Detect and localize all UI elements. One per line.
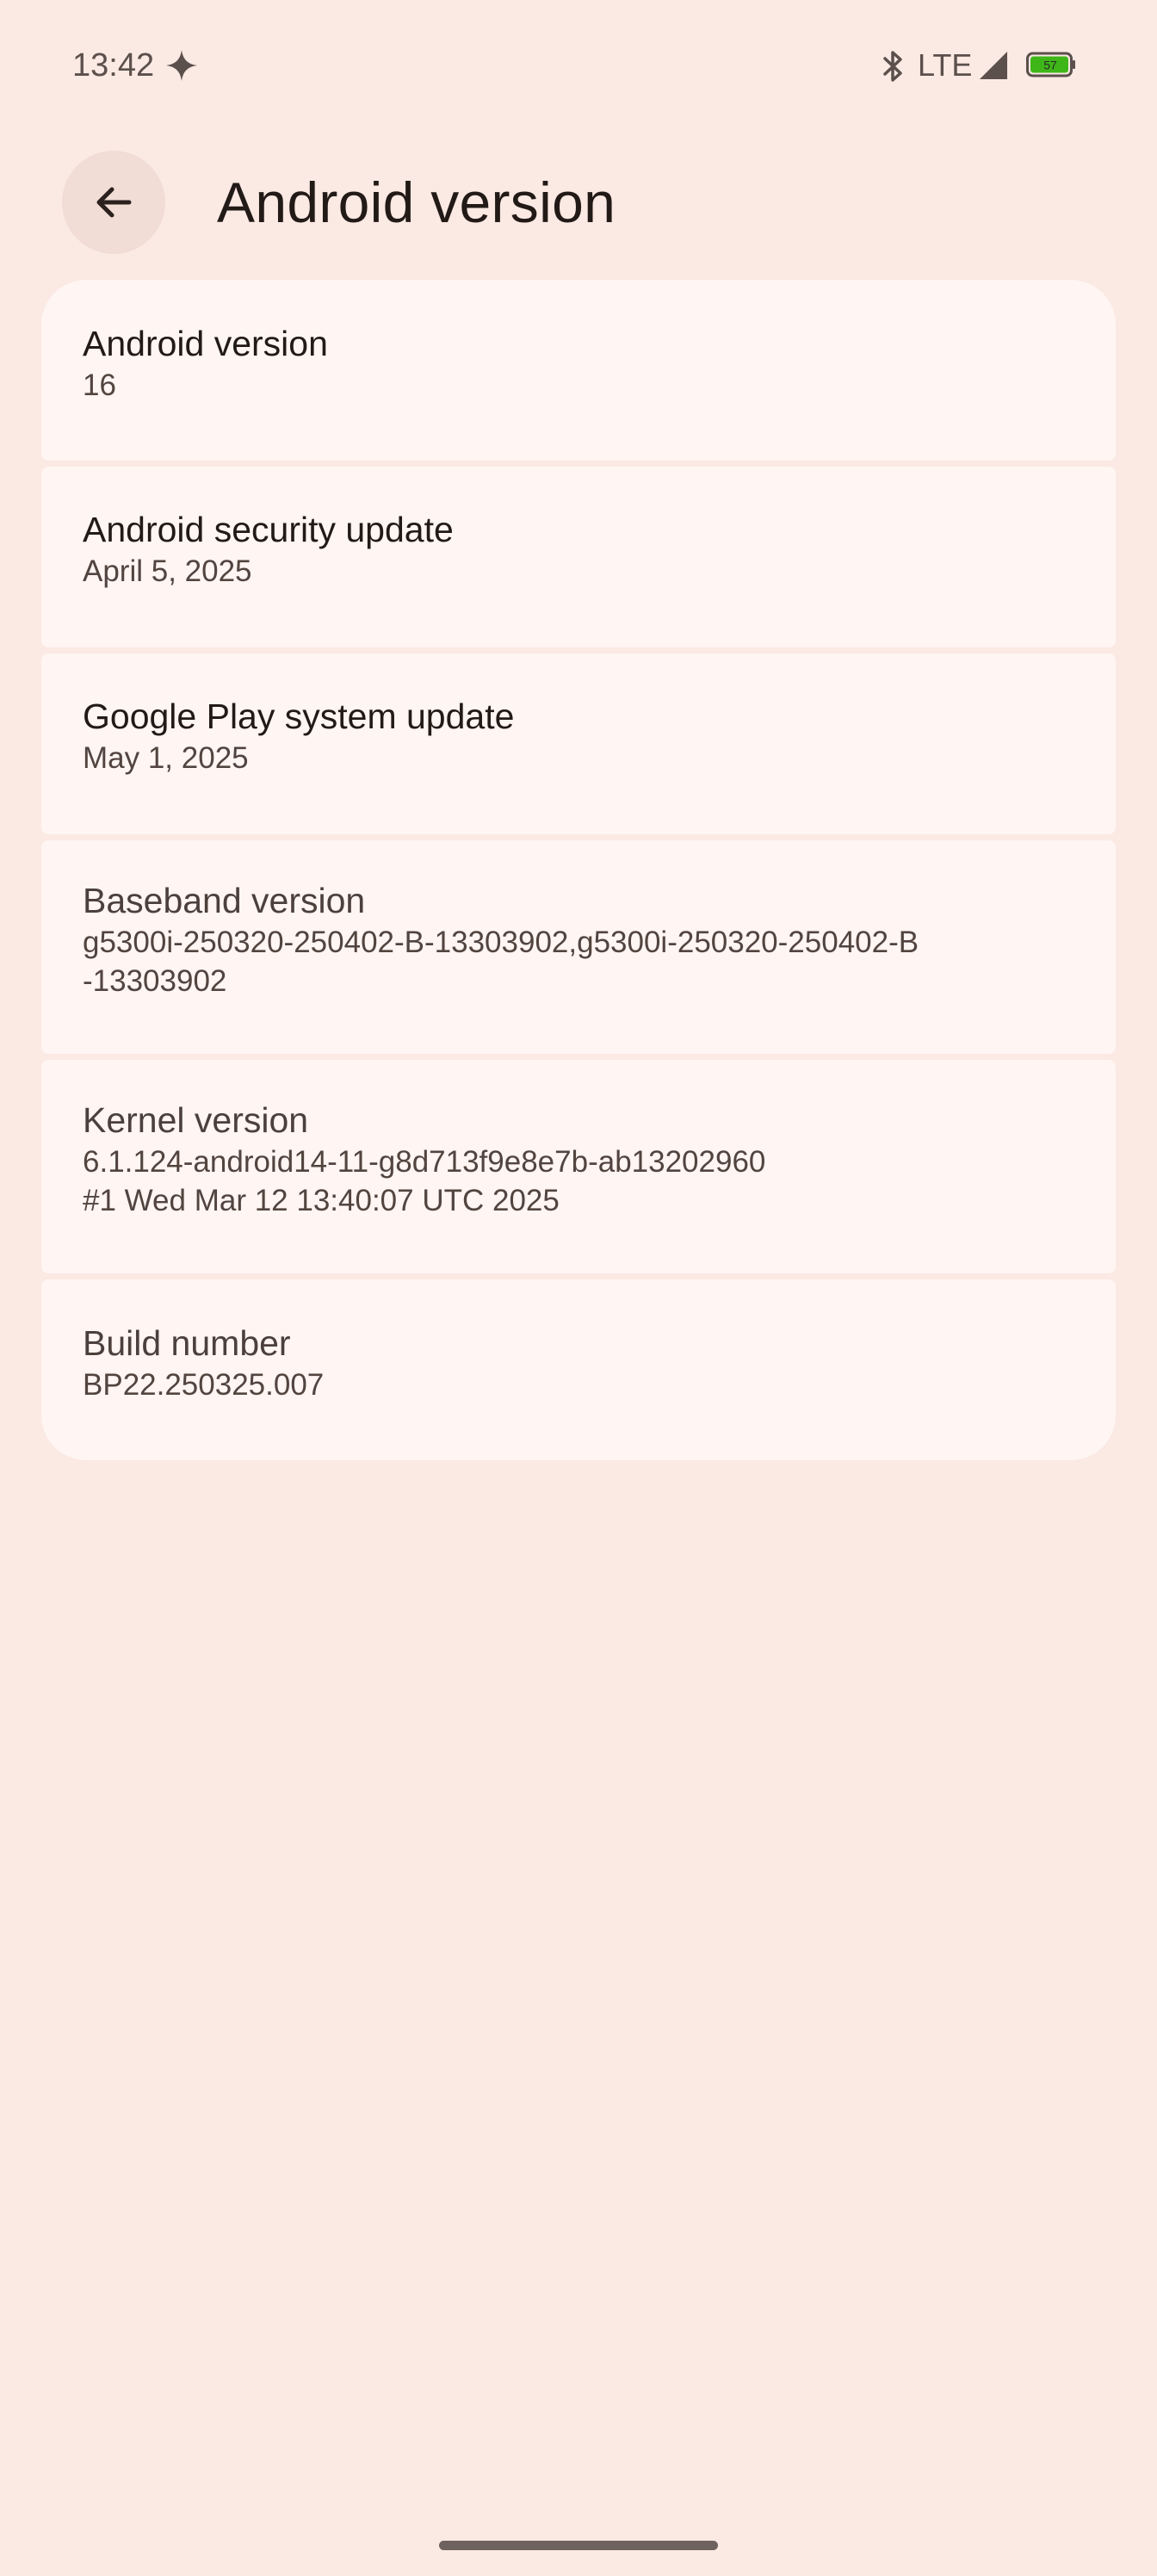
item-value: BP22.250325.007 — [83, 1368, 325, 1402]
bluetooth-icon — [883, 51, 902, 82]
item-value: 16 — [83, 368, 116, 402]
battery-icon: 57 — [1026, 52, 1075, 77]
google-play-update-item[interactable]: Google Play system update May 1, 2025 — [41, 653, 1116, 834]
page-title: Android version — [217, 170, 616, 234]
item-title: Google Play system update — [83, 697, 515, 736]
status-bar: 13:42 LTE 57 — [0, 0, 1157, 129]
item-title: Kernel version — [83, 1100, 309, 1140]
item-title: Baseband version — [83, 881, 366, 920]
battery-level: 57 — [1043, 59, 1057, 72]
version-info-list: Android version 16 Android security upda… — [41, 280, 1116, 1460]
gesture-nav-handle[interactable] — [439, 2541, 718, 2550]
item-value: g5300i-250320-250402-B-13303902,g5300i-2… — [83, 926, 919, 998]
build-number-item[interactable]: Build number BP22.250325.007 — [41, 1279, 1116, 1460]
network-type: LTE — [918, 47, 973, 83]
item-value: 6.1.124-android14-11-g8d713f9e8e7b-ab132… — [83, 1145, 766, 1217]
signal-icon — [980, 52, 1007, 79]
android-version-item[interactable]: Android version 16 — [41, 280, 1116, 461]
arrow-back-icon — [96, 187, 132, 218]
item-title: Android version — [83, 324, 328, 363]
item-value: April 5, 2025 — [83, 554, 252, 588]
security-update-item[interactable]: Android security update April 5, 2025 — [41, 467, 1116, 647]
status-time: 13:42 — [72, 47, 155, 84]
item-title: Build number — [83, 1323, 291, 1363]
back-button[interactable] — [62, 151, 165, 254]
kernel-version-item[interactable]: Kernel version 6.1.124-android14-11-g8d7… — [41, 1060, 1116, 1273]
item-value: May 1, 2025 — [83, 741, 249, 775]
baseband-version-item[interactable]: Baseband version g5300i-250320-250402-B-… — [41, 840, 1116, 1054]
item-title: Android security update — [83, 510, 454, 549]
sparkle-icon — [166, 50, 197, 81]
